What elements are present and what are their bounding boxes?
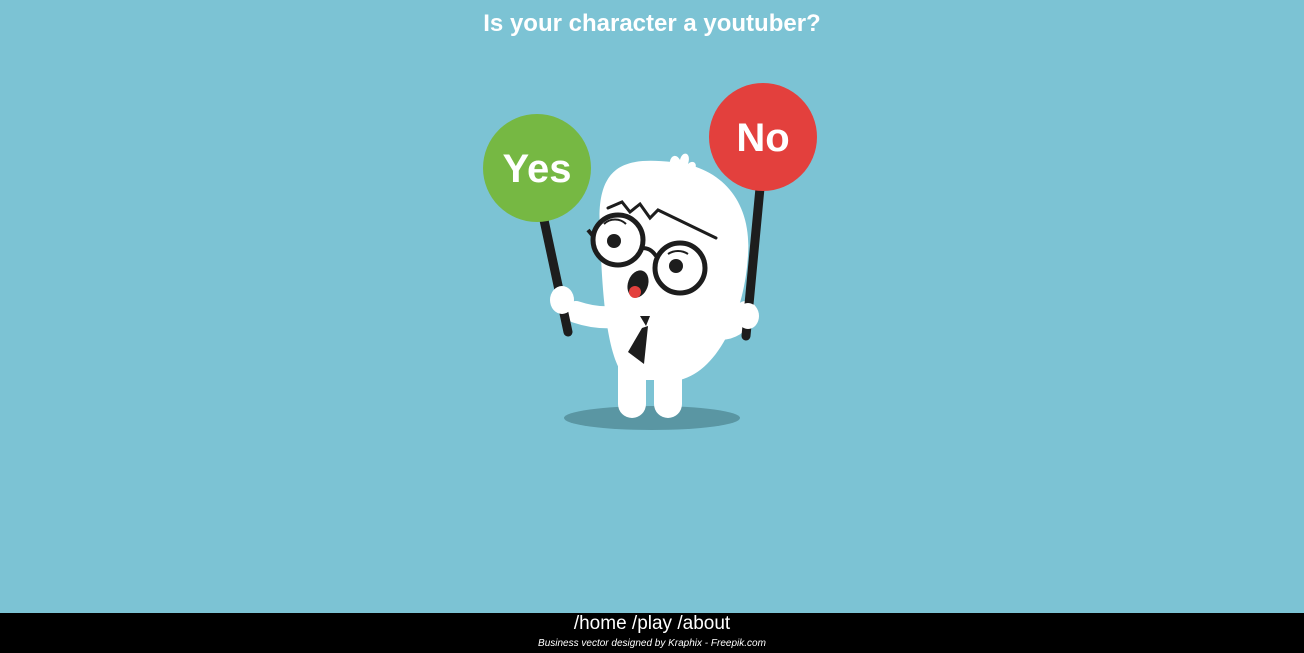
nav-home-link[interactable]: /home bbox=[574, 613, 627, 634]
yes-label[interactable]: Yes bbox=[503, 147, 572, 191]
yes-stick bbox=[539, 215, 573, 337]
footer: /home /play /about Business vector desig… bbox=[0, 613, 1304, 653]
no-label[interactable]: No bbox=[736, 116, 789, 160]
no-button[interactable]: No bbox=[709, 83, 817, 191]
tongue bbox=[629, 286, 641, 298]
character-illustration: Yes No bbox=[483, 83, 817, 430]
right-eye bbox=[669, 259, 683, 273]
footer-nav: /home /play /about bbox=[0, 613, 1304, 635]
yes-button[interactable]: Yes bbox=[483, 114, 591, 222]
left-eye bbox=[607, 234, 621, 248]
character-scene: Yes No bbox=[480, 80, 820, 440]
character-shadow bbox=[564, 406, 740, 430]
page: Is your character a youtuber? Yes No /ho… bbox=[0, 0, 1304, 653]
right-hand bbox=[737, 303, 759, 329]
nav-about-link[interactable]: /about bbox=[677, 613, 730, 634]
question-text: Is your character a youtuber? bbox=[483, 10, 821, 37]
nav-play-link[interactable]: /play bbox=[632, 613, 672, 634]
left-arm bbox=[565, 301, 643, 329]
left-hand bbox=[550, 286, 574, 314]
credit-text: Business vector designed by Kraphix - Fr… bbox=[538, 638, 766, 649]
